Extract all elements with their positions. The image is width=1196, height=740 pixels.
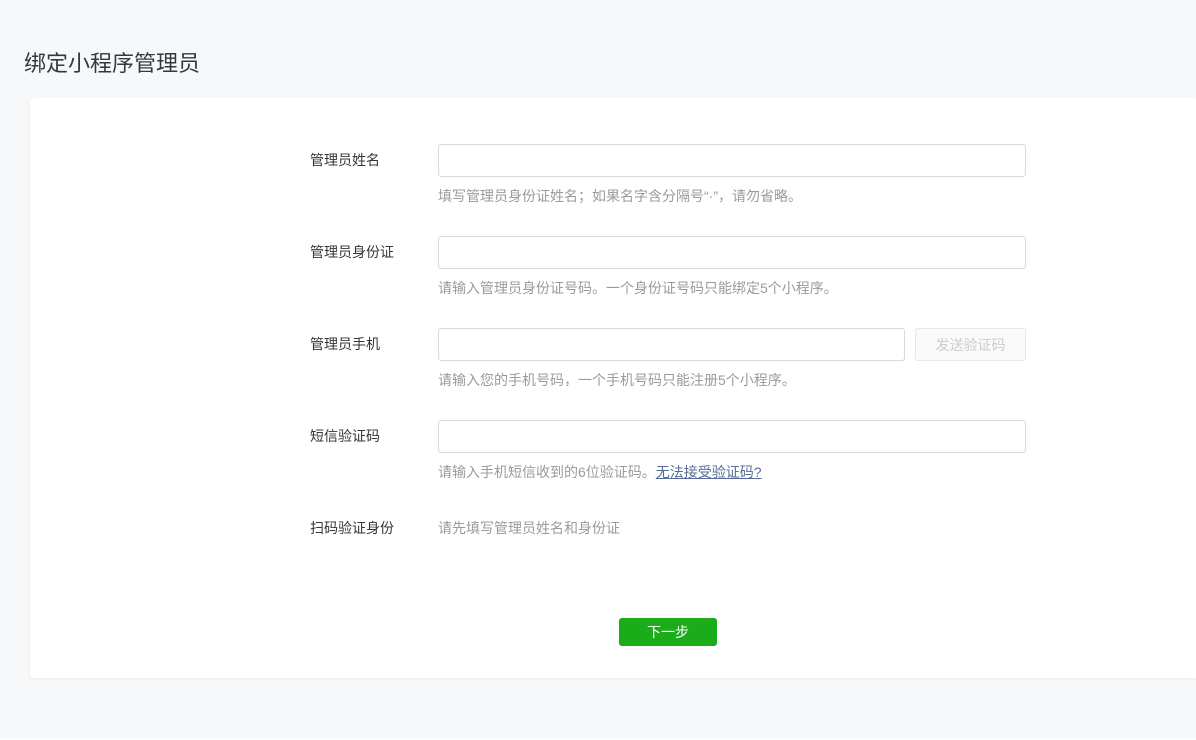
page-title: 绑定小程序管理员 (24, 51, 200, 77)
admin-id-label: 管理员身份证 (310, 236, 438, 269)
send-code-button[interactable]: 发送验证码 (915, 328, 1026, 361)
cannot-receive-code-link[interactable]: 无法接受验证码? (656, 464, 762, 480)
sms-code-hint-text: 请输入手机短信收到的6位验证码。 (438, 464, 656, 480)
form-row-admin-name: 管理员姓名 填写管理员身份证姓名；如果名字含分隔号“·”，请勿省略。 (30, 144, 1196, 206)
sms-code-hint: 请输入手机短信收到的6位验证码。无法接受验证码? (438, 462, 1026, 482)
admin-phone-input[interactable] (438, 328, 905, 361)
admin-id-hint: 请输入管理员身份证号码。一个身份证号码只能绑定5个小程序。 (438, 278, 1026, 298)
admin-id-input[interactable] (438, 236, 1026, 269)
form-card: 管理员姓名 填写管理员身份证姓名；如果名字含分隔号“·”，请勿省略。 管理员身份… (30, 98, 1196, 678)
next-step-button[interactable]: 下一步 (619, 618, 717, 646)
form-row-admin-id: 管理员身份证 请输入管理员身份证号码。一个身份证号码只能绑定5个小程序。 (30, 236, 1196, 298)
admin-name-input[interactable] (438, 144, 1026, 177)
sms-code-input[interactable] (438, 420, 1026, 453)
admin-name-hint: 填写管理员身份证姓名；如果名字含分隔号“·”，请勿省略。 (438, 186, 1026, 206)
form-row-sms-code: 短信验证码 请输入手机短信收到的6位验证码。无法接受验证码? (30, 420, 1196, 482)
sms-code-label: 短信验证码 (310, 420, 438, 453)
form-row-admin-phone: 管理员手机 发送验证码 请输入您的手机号码，一个手机号码只能注册5个小程序。 (30, 328, 1196, 390)
admin-phone-label: 管理员手机 (310, 328, 438, 361)
scan-verify-label: 扫码验证身份 (310, 518, 438, 538)
button-row: 下一步 (310, 618, 1026, 646)
admin-phone-hint: 请输入您的手机号码，一个手机号码只能注册5个小程序。 (438, 370, 1026, 390)
form-row-scan-verify: 扫码验证身份 请先填写管理员姓名和身份证 (30, 518, 1196, 538)
admin-name-label: 管理员姓名 (310, 144, 438, 177)
scan-verify-text: 请先填写管理员姓名和身份证 (438, 518, 1026, 538)
